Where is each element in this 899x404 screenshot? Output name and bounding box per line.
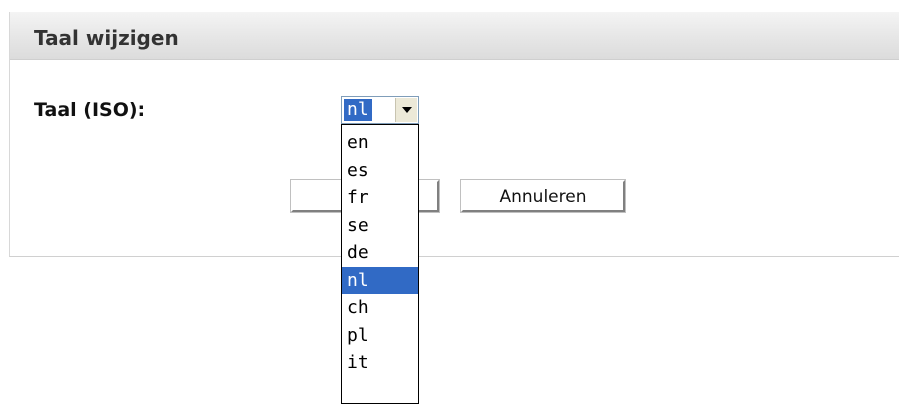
cancel-button[interactable]: Annuleren xyxy=(461,180,625,212)
language-select[interactable]: nl xyxy=(341,96,419,124)
dropdown-option-it[interactable]: it xyxy=(342,349,418,376)
dropdown-option-se[interactable]: se xyxy=(342,212,418,239)
dropdown-option-ch[interactable]: ch xyxy=(342,294,418,321)
dropdown-option-es[interactable]: es xyxy=(342,157,418,184)
language-dropdown-list[interactable]: en es fr se de nl ch pl it xyxy=(341,124,419,404)
dropdown-option-de[interactable]: de xyxy=(342,239,418,266)
dropdown-arrow-button[interactable] xyxy=(395,98,417,122)
language-select-value: nl xyxy=(344,99,372,121)
dropdown-option-nl[interactable]: nl xyxy=(342,266,418,294)
panel-header: Taal wijzigen xyxy=(10,12,899,60)
language-label: Taal (ISO): xyxy=(34,99,146,121)
change-language-panel: Taal wijzigen xyxy=(9,12,899,257)
dropdown-option-fr[interactable]: fr xyxy=(342,184,418,211)
dropdown-option-pl[interactable]: pl xyxy=(342,322,418,349)
panel-title: Taal wijzigen xyxy=(34,26,179,50)
dropdown-option-en[interactable]: en xyxy=(342,129,418,156)
chevron-down-icon xyxy=(402,107,412,113)
